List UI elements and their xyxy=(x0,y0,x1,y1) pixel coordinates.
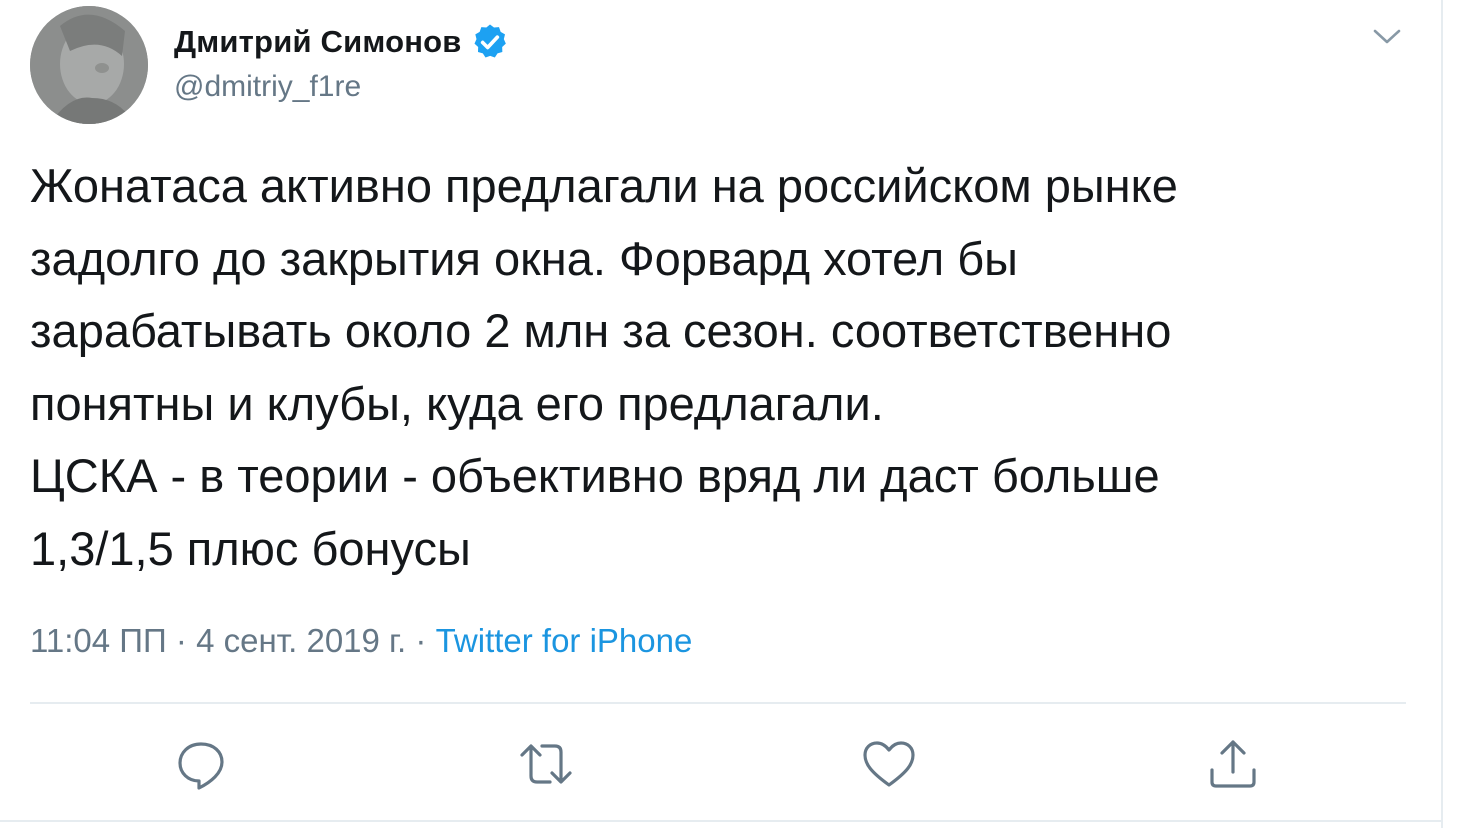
right-border xyxy=(1441,0,1443,828)
tweet-text: Жонатаса активно предлагали на российско… xyxy=(30,159,1178,575)
display-name[interactable]: Дмитрий Симонов xyxy=(174,24,462,60)
user-handle[interactable]: @dmitriy_f1re xyxy=(174,70,361,104)
avatar-image xyxy=(30,6,148,124)
reply-bubble-icon[interactable] xyxy=(174,736,230,792)
tweet-source-link[interactable]: Twitter for iPhone xyxy=(436,622,693,659)
meta-separator: · xyxy=(166,622,197,659)
action-bar xyxy=(0,736,1440,796)
share-upload-icon[interactable] xyxy=(1205,736,1261,792)
tweet-meta: 11:04 ПП · 4 сент. 2019 г. · Twitter for… xyxy=(30,622,692,660)
avatar[interactable] xyxy=(30,6,148,124)
divider xyxy=(30,702,1406,704)
meta-separator: · xyxy=(406,622,436,659)
tweet-time[interactable]: 11:04 ПП xyxy=(30,622,167,659)
heart-icon[interactable] xyxy=(861,736,917,792)
verified-badge-icon xyxy=(470,22,510,62)
tweet-card: Дмитрий Симонов @dmitriy_f1re Жонатаса а… xyxy=(0,0,1460,828)
chevron-down-icon[interactable] xyxy=(1370,22,1404,52)
retweet-icon[interactable] xyxy=(518,736,574,792)
author-row: Дмитрий Симонов xyxy=(174,20,510,64)
bottom-border xyxy=(0,820,1441,822)
tweet-date[interactable]: 4 сент. 2019 г. xyxy=(196,622,406,659)
